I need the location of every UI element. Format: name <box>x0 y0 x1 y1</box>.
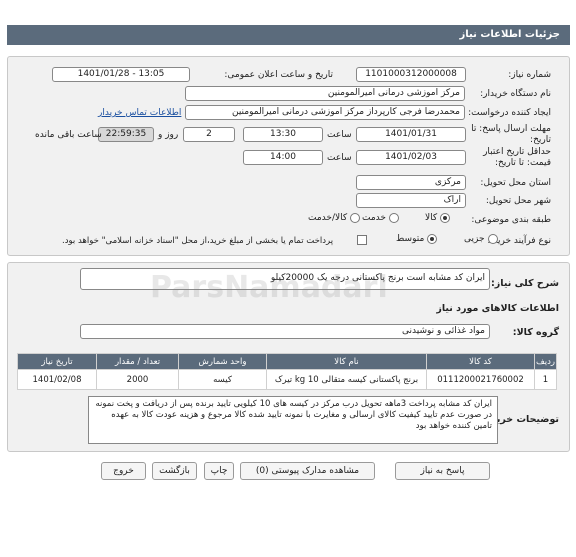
radio-icon[interactable] <box>388 213 399 223</box>
cell-quantity: 2000 <box>96 369 179 390</box>
city-label: شهر محل تحویل: <box>485 196 551 206</box>
reply-deadline-label: مهلت ارسال پاسخ: تا تاریخ: <box>471 124 551 145</box>
city-field[interactable]: اراک <box>356 193 466 208</box>
summary-field[interactable]: ایران کد مشابه است برنج پاکستانی درجه یک… <box>80 268 490 290</box>
buyer-notes-field[interactable]: ایران کد مشابه پرداخت 3ماهه تحویل درب مر… <box>88 396 498 444</box>
cell-date: 1401/02/08 <box>17 369 97 390</box>
remaining-time-label: ساعت باقی مانده <box>35 130 102 140</box>
buyer-org-field[interactable]: مرکز اموزشی درمانی امیرالمومنین <box>185 86 465 101</box>
reply-button[interactable]: پاسخ به نیاز <box>395 462 490 480</box>
price-validity-date[interactable]: 1401/02/03 <box>356 150 466 165</box>
price-validity-time[interactable]: 14:00 <box>243 150 323 165</box>
remaining-days[interactable]: 2 <box>183 127 235 142</box>
category-option-goods-service[interactable]: کالا/خدمت <box>308 213 361 224</box>
col-quantity: تعداد / مقدار <box>96 353 179 370</box>
category-label: طبقه بندی موضوعی: <box>471 215 551 225</box>
category-option-goods[interactable]: کالا <box>425 213 451 224</box>
requester-label: ایجاد کننده درخواست: <box>468 108 551 118</box>
cell-name: برنج پاکستانی کیسه متقالی 10 kg تیرک <box>266 369 427 390</box>
process-option-medium[interactable]: متوسط <box>396 234 438 245</box>
reply-time-label: ساعت <box>327 130 352 140</box>
view-attachments-button[interactable]: مشاهده مدارک پیوستی (0) <box>240 462 375 480</box>
col-name: نام کالا <box>266 353 427 370</box>
cell-code: 0111200021760002 <box>426 369 535 390</box>
announce-datetime-label: تاریخ و ساعت اعلان عمومی: <box>224 70 333 80</box>
treasury-payment-note: پرداخت تمام یا بخشی از مبلغ خرید،از محل … <box>62 236 334 246</box>
radio-icon[interactable] <box>350 213 361 223</box>
summary-label: شرح کلی نیاز: <box>490 278 559 289</box>
col-unit: واحد شمارش <box>178 353 267 370</box>
province-label: استان محل تحویل: <box>480 178 551 188</box>
radio-icon[interactable] <box>487 234 498 244</box>
buyer-org-label: نام دستگاه خریدار: <box>480 89 551 99</box>
radio-selected-icon[interactable] <box>427 234 438 244</box>
col-row: ردیف <box>534 353 557 370</box>
table-row[interactable]: 1 0111200021760002 برنج پاکستانی کیسه مت… <box>17 369 557 390</box>
cell-unit: کیسه <box>178 369 267 390</box>
reply-deadline-time[interactable]: 13:30 <box>243 127 323 142</box>
process-option-minor[interactable]: جزیی <box>464 234 498 245</box>
col-code: کد کالا <box>426 353 535 370</box>
radio-selected-icon[interactable] <box>440 213 451 223</box>
back-button[interactable]: بازگشت <box>152 462 197 480</box>
goods-group-label: گروه کالا: <box>512 327 559 338</box>
goods-group-field[interactable]: مواد غذائی و نوشیدنی <box>80 324 490 339</box>
table-header-row: ردیف کد کالا نام کالا واحد شمارش تعداد /… <box>17 353 557 370</box>
buyer-contact-link[interactable]: اطلاعات تماس خریدار <box>98 108 181 118</box>
price-validity-label: حداقل تاریخ اعتبار قیمت: تا تاریخ: <box>483 147 551 168</box>
cell-row: 1 <box>534 369 557 390</box>
page-title: جزئیات اطلاعات نیاز <box>7 25 570 45</box>
price-time-label: ساعت <box>327 153 352 163</box>
goods-table: ردیف کد کالا نام کالا واحد شمارش تعداد /… <box>17 353 557 390</box>
treasury-payment-checkbox[interactable] <box>357 235 367 245</box>
days-label: روز و <box>158 130 179 140</box>
requester-field[interactable]: محمدرضا فرجی کارپرداز مرکز اموزشی درمانی… <box>185 105 465 120</box>
category-option-service[interactable]: خدمت <box>362 213 399 224</box>
province-field[interactable]: مرکزی <box>356 175 466 190</box>
print-button[interactable]: چاپ <box>204 462 234 480</box>
exit-button[interactable]: خروج <box>101 462 146 480</box>
top-strip <box>0 0 576 18</box>
need-number-label: شماره نیاز: <box>508 70 551 80</box>
need-number-field[interactable]: 1101000312000008 <box>356 67 466 82</box>
col-date: تاریخ نیاز <box>17 353 97 370</box>
reply-deadline-date[interactable]: 1401/01/31 <box>356 127 466 142</box>
announce-datetime-field[interactable]: 1401/01/28 - 13:05 <box>52 67 190 82</box>
goods-section-title: اطلاعات کالاهای مورد نیاز <box>436 303 559 314</box>
remaining-time: 22:59:35 <box>98 127 154 142</box>
